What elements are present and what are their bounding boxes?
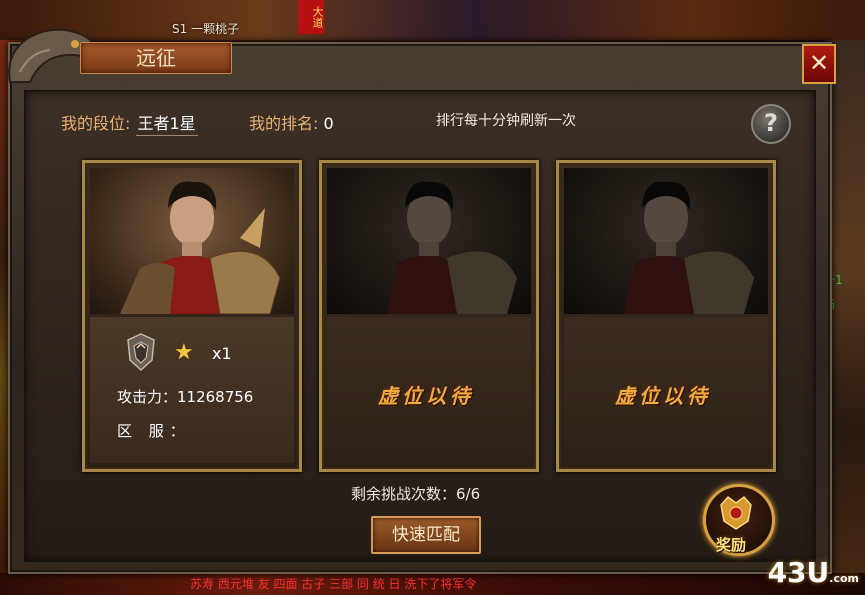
window-title: 远征: [80, 42, 232, 74]
empty-slot-portrait: [564, 168, 768, 314]
segment-row: 我的段位: 王者1星: [61, 110, 198, 136]
vacant-label: 虚位以待: [615, 384, 711, 408]
help-button[interactable]: ?: [751, 104, 791, 144]
shadow-warrior-icon: [387, 181, 517, 314]
watermark-main: 43U: [767, 556, 830, 589]
empty-slot-card[interactable]: [556, 160, 776, 472]
remaining-challenges: 剩余挑战次数：6/6: [351, 485, 481, 503]
rank-value: 0: [323, 114, 334, 133]
segment-value: 王者1星: [135, 114, 198, 136]
scene-banner: 大道: [298, 0, 324, 34]
player-card[interactable]: [82, 160, 302, 472]
scene-top-strip: [0, 0, 865, 40]
rank-row: 我的排名: 0: [249, 110, 334, 134]
star-icon: ★: [174, 340, 194, 365]
player-portrait: [90, 168, 294, 314]
warrior-portrait-icon: [120, 181, 281, 314]
reward-label: 奖励: [716, 536, 747, 554]
empty-slot-portrait: [327, 168, 531, 314]
shadow-warrior-icon: [624, 181, 754, 314]
king-rank-emblem-icon: [127, 333, 155, 372]
star-count: x1: [212, 344, 232, 363]
attack-power: 攻击力：11268756: [117, 388, 254, 406]
site-watermark: 43U.com: [768, 556, 859, 589]
refresh-note: 排行每十分钟刷新一次: [436, 113, 576, 129]
close-button[interactable]: ✕: [802, 44, 836, 84]
server-label: 区 服：: [117, 422, 191, 440]
scene-player-name: S1 一颗桃子: [172, 22, 240, 36]
vacant-label: 虚位以待: [378, 384, 474, 408]
quick-match-button[interactable]: 快速匹配: [371, 516, 481, 554]
scene-bottom-text: 苏寿 西元堆 友 四面 古子 三部 同 统 日 洗下了将军令: [190, 577, 477, 591]
empty-slot-card[interactable]: [319, 160, 539, 472]
rank-label: 我的排名:: [249, 114, 319, 133]
segment-label: 我的段位:: [61, 114, 131, 133]
watermark-suffix: .com: [829, 572, 859, 585]
